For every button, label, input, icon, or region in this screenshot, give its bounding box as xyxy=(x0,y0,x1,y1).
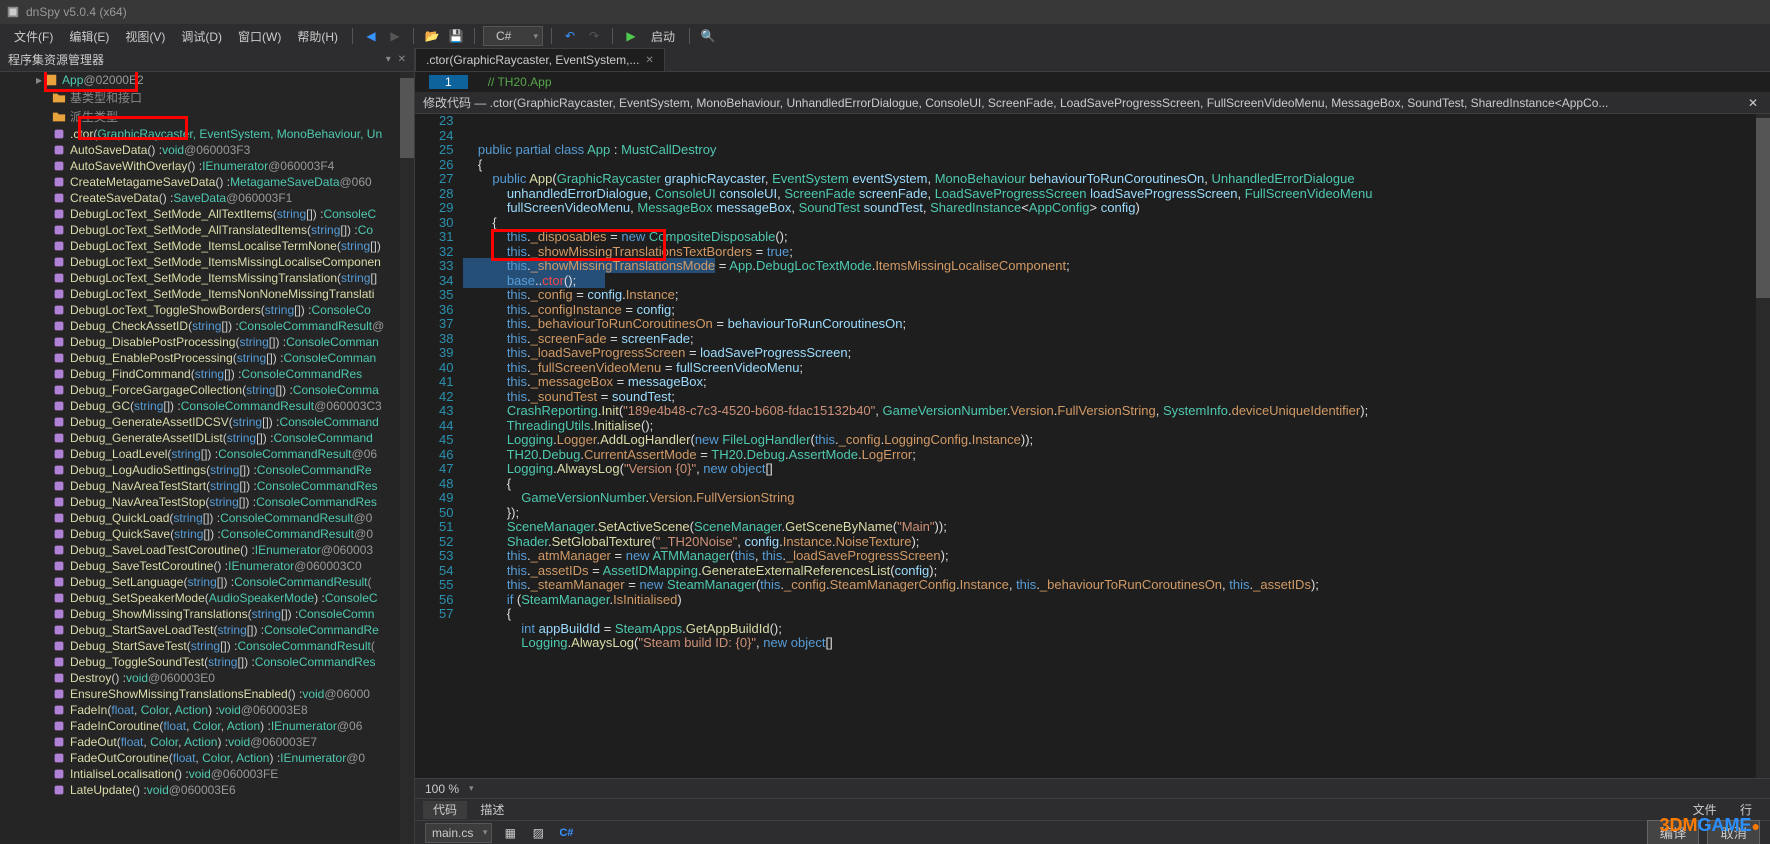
close-modify-icon[interactable]: ✕ xyxy=(1744,96,1762,110)
tree-row[interactable]: FadeInCoroutine(float, Color, Action) : … xyxy=(0,718,414,734)
menu-edit[interactable]: 编辑(E) xyxy=(63,26,115,47)
tree-row[interactable]: DebugLocText_SetMode_AllTranslatedItems(… xyxy=(0,222,414,238)
search-icon[interactable]: 🔍 xyxy=(698,26,718,46)
csharp-icon[interactable]: C# xyxy=(556,823,576,843)
nav-forward-icon[interactable]: ▶ xyxy=(385,26,405,46)
tree-row[interactable]: .ctor(GraphicRaycaster, EventSystem, Mon… xyxy=(0,126,414,142)
app-icon xyxy=(6,5,20,19)
file-combo[interactable]: main.cs xyxy=(425,823,492,843)
statusbar: 100 % ▾ xyxy=(415,778,1770,798)
tree-row[interactable]: Debug_NavAreaTestStart(string[]) : Conso… xyxy=(0,478,414,494)
tree-row[interactable]: CreateSaveData() : SaveData @060003F1 xyxy=(0,190,414,206)
nav-back-icon[interactable]: ◀ xyxy=(361,26,381,46)
tree-view[interactable]: ▸App @02000E2基类型和接口派生类型.ctor(GraphicRayc… xyxy=(0,72,414,844)
open-icon[interactable]: 📂 xyxy=(422,26,442,46)
tree-row[interactable]: FadeIn(float, Color, Action) : void @060… xyxy=(0,702,414,718)
tree-row[interactable]: EnsureShowMissingTranslationsEnabled() :… xyxy=(0,686,414,702)
tree-row[interactable]: Debug_StartSaveTest(string[]) : ConsoleC… xyxy=(0,638,414,654)
tree-row[interactable]: FadeOutCoroutine(float, Color, Action) :… xyxy=(0,750,414,766)
tree-row[interactable]: Debug_EnablePostProcessing(string[]) : C… xyxy=(0,350,414,366)
tree-row[interactable]: DebugLocText_SetMode_ItemsNonNoneMissing… xyxy=(0,286,414,302)
tree-row[interactable]: Debug_ToggleSoundTest(string[]) : Consol… xyxy=(0,654,414,670)
modify-code-header: 修改代码 — .ctor(GraphicRaycaster, EventSyst… xyxy=(415,92,1770,114)
dropdown-icon[interactable]: ▾ xyxy=(386,54,391,65)
tree-row[interactable]: IntialiseLocalisation() : void @060003FE xyxy=(0,766,414,782)
tree-row[interactable]: Debug_SaveLoadTestCoroutine() : IEnumera… xyxy=(0,542,414,558)
language-dropdown[interactable]: C# xyxy=(483,26,543,46)
tree-row[interactable]: Debug_SaveTestCoroutine() : IEnumerator … xyxy=(0,558,414,574)
tree-row[interactable]: Debug_LogAudioSettings(string[]) : Conso… xyxy=(0,462,414,478)
tree-row[interactable]: Debug_QuickSave(string[]) : ConsoleComma… xyxy=(0,526,414,542)
tree-row[interactable]: Debug_GC(string[]) : ConsoleCommandResul… xyxy=(0,398,414,414)
tree-row[interactable]: Debug_DisablePostProcessing(string[]) : … xyxy=(0,334,414,350)
tree-row[interactable]: ▸App @02000E2 xyxy=(0,72,414,88)
save-icon[interactable]: 💾 xyxy=(446,26,466,46)
tree-scrollbar[interactable] xyxy=(400,72,414,844)
tree-row[interactable]: Debug_SetLanguage(string[]) : ConsoleCom… xyxy=(0,574,414,590)
tree-row[interactable]: 派生类型 xyxy=(0,107,414,126)
tree-row[interactable]: DebugLocText_SetMode_AllTextItems(string… xyxy=(0,206,414,222)
menu-window[interactable]: 窗口(W) xyxy=(232,26,287,47)
close-tab-icon[interactable]: ✕ xyxy=(645,55,653,66)
tree-row[interactable]: DebugLocText_ToggleShowBorders(string[])… xyxy=(0,302,414,318)
tree-row[interactable]: Debug_GenerateAssetIDList(string[]) : Co… xyxy=(0,430,414,446)
tool-icon-1[interactable]: ▦ xyxy=(500,823,520,843)
bottom-toolbar: main.cs ▦ ▨ C# 编译 取消 xyxy=(415,820,1770,844)
titlebar: dnSpy v5.0.4 (x64) xyxy=(0,0,1770,24)
breadcrumb: 1 // TH20.App xyxy=(415,72,1770,92)
tree-row[interactable]: FadeOut(float, Color, Action) : void @06… xyxy=(0,734,414,750)
redo-icon[interactable]: ↷ xyxy=(584,26,604,46)
tree-row[interactable]: LateUpdate() : void @060003E6 xyxy=(0,782,414,798)
tree-row[interactable]: Destroy() : void @060003E0 xyxy=(0,670,414,686)
assembly-explorer: 程序集资源管理器 ▾ ✕ ▸App @02000E2基类型和接口派生类型.cto… xyxy=(0,48,415,844)
tree-row[interactable]: Debug_SetSpeakerMode(AudioSpeakerMode) :… xyxy=(0,590,414,606)
tab-code[interactable]: 代码 xyxy=(423,801,467,819)
tree-row[interactable]: AutoSaveData() : void @060003F3 xyxy=(0,142,414,158)
editor-tab[interactable]: .ctor(GraphicRaycaster, EventSystem,... … xyxy=(415,48,665,71)
tree-row[interactable]: Debug_FindCommand(string[]) : ConsoleCom… xyxy=(0,366,414,382)
tree-row[interactable]: Debug_QuickLoad(string[]) : ConsoleComma… xyxy=(0,510,414,526)
tree-row[interactable]: Debug_ForceGargageCollection(string[]) :… xyxy=(0,382,414,398)
code-editor[interactable]: 2324252627282930313233343536373839404142… xyxy=(415,114,1770,778)
start-label[interactable]: 启动 xyxy=(645,26,681,47)
tree-row[interactable]: DebugLocText_SetMode_ItemsMissingTransla… xyxy=(0,270,414,286)
tab-desc[interactable]: 描述 xyxy=(470,801,514,819)
app-title: dnSpy v5.0.4 (x64) xyxy=(26,5,127,19)
editor-area: .ctor(GraphicRaycaster, EventSystem,... … xyxy=(415,48,1770,844)
editor-scrollbar[interactable] xyxy=(1756,114,1770,778)
menu-file[interactable]: 文件(F) xyxy=(8,26,59,47)
watermark-logo: 3DMGAME● xyxy=(1660,815,1760,836)
tree-row[interactable]: Debug_StartSaveLoadTest(string[]) : Cons… xyxy=(0,622,414,638)
close-panel-icon[interactable]: ✕ xyxy=(398,54,406,65)
undo-icon[interactable]: ↶ xyxy=(560,26,580,46)
tree-row[interactable]: DebugLocText_SetMode_ItemsMissingLocalis… xyxy=(0,254,414,270)
menu-view[interactable]: 视图(V) xyxy=(119,26,171,47)
menu-debug[interactable]: 调试(D) xyxy=(175,26,228,47)
start-icon[interactable]: ▶ xyxy=(621,26,641,46)
tree-row[interactable]: 基类型和接口 xyxy=(0,88,414,107)
menu-help[interactable]: 帮助(H) xyxy=(291,26,344,47)
tree-row[interactable]: Debug_NavAreaTestStop(string[]) : Consol… xyxy=(0,494,414,510)
bottom-tabs: 代码 描述 文件 行 xyxy=(415,798,1770,820)
tree-row[interactable]: Debug_ShowMissingTranslations(string[]) … xyxy=(0,606,414,622)
tree-row[interactable]: Debug_GenerateAssetIDCSV(string[]) : Con… xyxy=(0,414,414,430)
tree-row[interactable]: AutoSaveWithOverlay() : IEnumerator @060… xyxy=(0,158,414,174)
tree-row[interactable]: Debug_CheckAssetID(string[]) : ConsoleCo… xyxy=(0,318,414,334)
panel-header: 程序集资源管理器 ▾ ✕ xyxy=(0,48,414,72)
tool-icon-2[interactable]: ▨ xyxy=(528,823,548,843)
tree-row[interactable]: DebugLocText_SetMode_ItemsLocaliseTermNo… xyxy=(0,238,414,254)
menubar: 文件(F) 编辑(E) 视图(V) 调试(D) 窗口(W) 帮助(H) ◀ ▶ … xyxy=(0,24,1770,48)
tree-row[interactable]: CreateMetagameSaveData() : MetagameSaveD… xyxy=(0,174,414,190)
tabstrip: .ctor(GraphicRaycaster, EventSystem,... … xyxy=(415,48,1770,72)
tree-row[interactable]: Debug_LoadLevel(string[]) : ConsoleComma… xyxy=(0,446,414,462)
